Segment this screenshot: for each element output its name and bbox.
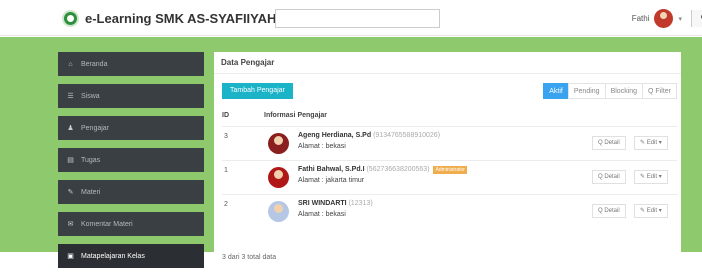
column-id: ID [222,112,229,119]
sidebar-item-label: Beranda [81,60,108,68]
edit-dropdown-button[interactable]: ✎ Edit ▾ [634,204,668,218]
row-id: 2 [224,201,228,208]
users-icon: ☰ [67,93,74,100]
list-icon: ▤ [67,157,74,164]
teacher-nip: (9134765588910026) [373,132,441,139]
user-name: Fathi [631,14,650,23]
detail-button[interactable]: Q Detail [592,204,626,218]
teacher-address: Alamat : bekasi [298,143,346,150]
admin-badge: Administrator [433,166,467,174]
avatar [268,133,289,154]
avatar [268,167,289,188]
table-row: 3 Ageng Herdiana, S.Pd (9134765588910026… [222,126,677,160]
teacher-name-text: SRI WINDARTI [298,200,347,207]
comment-icon: ✉ [67,221,74,228]
brand[interactable]: e-Learning SMK AS-SYAFIIYAH 2 [62,10,287,27]
table-row: 2 SRI WINDARTI (12313) Alamat : bekasi Q… [222,194,677,228]
sidebar: ⌂ Beranda ☰ Siswa ♟ Pengajar ▤ Tugas ✎ M… [58,52,204,276]
edit-dropdown-button[interactable]: ✎ Edit ▾ [634,170,668,184]
filter-aktif[interactable]: Aktif [543,83,569,99]
row-id: 3 [224,133,228,140]
teacher-nip: (12313) [348,200,373,207]
book-icon: ▣ [67,253,74,260]
user-menu[interactable]: Fathi ▾ [632,9,682,28]
caret-down-icon[interactable]: ▾ [678,15,682,23]
app-title: e-Learning SMK AS-SYAFIIYAH 2 [85,11,288,26]
teacher-name[interactable]: Ageng Herdiana, S.Pd (9134765588910026) [298,132,440,139]
sidebar-item-tugas[interactable]: ▤ Tugas [58,148,204,172]
user-avatar[interactable] [654,9,674,28]
teacher-address: Alamat : bekasi [298,211,346,218]
sidebar-item-label: Materi [81,188,101,196]
sidebar-item-pengajar[interactable]: ♟ Pengajar [58,116,204,140]
sidebar-item-beranda[interactable]: ⌂ Beranda [58,52,204,76]
pagination-summary: 3 dari 3 total data [222,254,277,261]
edit-dropdown-button[interactable]: ✎ Edit ▾ [634,136,668,150]
user-icon: ♟ [67,125,74,132]
sidebar-item-label: Tugas [81,156,101,164]
filter-blocking[interactable]: Blocking [604,83,644,99]
sidebar-item-label: Pengajar [81,124,110,132]
status-filter-group: Aktif Pending Blocking Q Filter [543,83,677,99]
sidebar-item-label: Komentar Materi [81,220,133,228]
avatar [268,201,289,222]
add-teacher-button[interactable]: Tambah Pengajar [222,83,293,99]
panel-title: Data Pengajar [214,52,681,74]
top-navbar: e-Learning SMK AS-SYAFIIYAH 2 ⚲ Fathi ▾ [0,0,702,36]
row-id: 1 [224,167,228,174]
column-info: Informasi Pengajar [264,112,328,119]
sidebar-item-materi[interactable]: ✎ Materi [58,180,204,204]
sidebar-item-label: Matapelajaran Kelas [81,252,145,260]
panel-toolbar: Tambah Pengajar Aktif Pending Blocking Q… [222,83,677,99]
detail-button[interactable]: Q Detail [592,170,626,184]
home-icon: ⌂ [68,60,73,68]
table-row: 1 Fathi Bahwal, S.Pd.I (562736638200563)… [222,160,677,194]
sidebar-item-label: Siswa [81,92,100,100]
sidebar-item-komentar-materi[interactable]: ✉ Komentar Materi [58,212,204,236]
teacher-name-text: Fathi Bahwal, S.Pd.I [298,166,365,173]
teacher-nip: (562736638200563) [366,166,430,173]
filter-pending[interactable]: Pending [567,83,606,99]
pencil-icon: ✎ [67,189,74,196]
teacher-address: Alamat : jakarta timur [298,177,365,184]
search-input[interactable]: ⚲ [275,9,702,28]
teacher-name-text: Ageng Herdiana, S.Pd [298,132,372,139]
teacher-name[interactable]: SRI WINDARTI (12313) [298,200,373,207]
search-icon[interactable]: ⚲ [691,10,702,27]
detail-button[interactable]: Q Detail [592,136,626,150]
filter-button[interactable]: Q Filter [642,83,677,99]
content-area: ⌂ Beranda ☰ Siswa ♟ Pengajar ▤ Tugas ✎ M… [0,37,702,268]
sidebar-item-siswa[interactable]: ☰ Siswa [58,84,204,108]
school-logo-icon [62,10,79,27]
sidebar-item-matapelajaran-kelas[interactable]: ▣ Matapelajaran Kelas [58,244,204,268]
teacher-name[interactable]: Fathi Bahwal, S.Pd.I (562736638200563) A… [298,166,467,174]
teacher-data-panel: Data Pengajar Tambah Pengajar Aktif Pend… [214,52,681,261]
